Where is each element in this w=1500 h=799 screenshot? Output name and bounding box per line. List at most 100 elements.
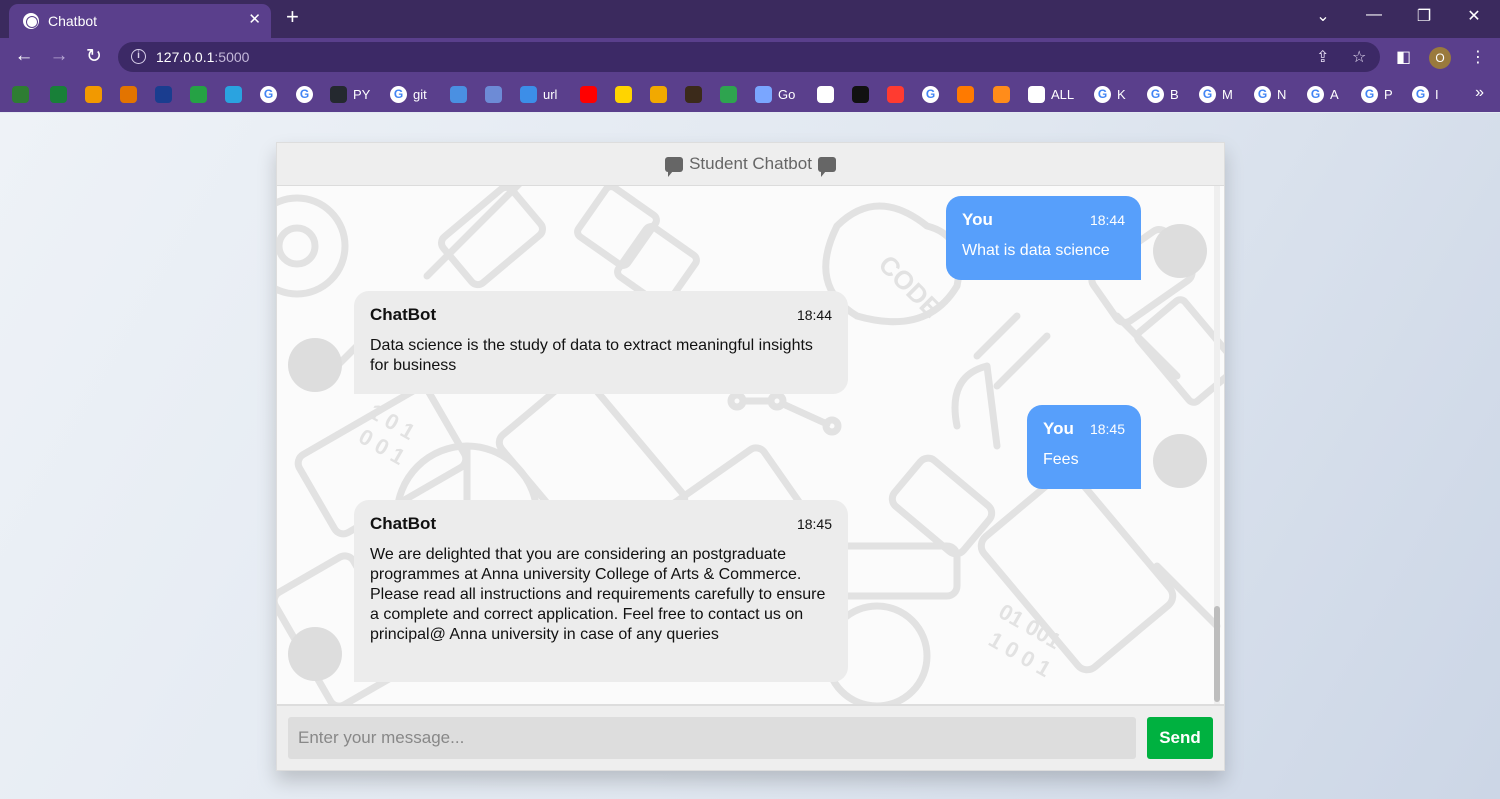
- google-icon: [1361, 85, 1378, 103]
- bookmark-item[interactable]: [12, 84, 29, 104]
- bookmark-item[interactable]: [580, 84, 597, 104]
- google-icon: [390, 85, 407, 103]
- sender-name: You: [962, 210, 993, 229]
- browser-toolbar: ← → ↻ i 127.0.0.1:5000 ⇪ ☆ ◧ O ⋮: [0, 38, 1500, 76]
- address-bar[interactable]: i 127.0.0.1:5000 ⇪ ☆: [118, 42, 1380, 72]
- bookmark-favicon-icon: [155, 85, 172, 103]
- scrollbar-thumb[interactable]: [1214, 606, 1220, 702]
- forward-arrow-icon[interactable]: →: [48, 45, 70, 67]
- bookmark-item[interactable]: [296, 84, 313, 104]
- bookmark-item[interactable]: [85, 84, 102, 104]
- bookmark-favicon-icon: [615, 85, 632, 103]
- message-text: What is data science: [962, 242, 1110, 259]
- bookmark-item[interactable]: M: [1199, 84, 1233, 104]
- message-text: We are delighted that you are considerin…: [370, 546, 826, 643]
- bookmark-item[interactable]: [120, 84, 137, 104]
- bookmark-item[interactable]: B: [1147, 84, 1179, 104]
- bookmark-item[interactable]: [190, 84, 207, 104]
- bookmark-item[interactable]: N: [1254, 84, 1286, 104]
- site-info-icon[interactable]: i: [131, 49, 146, 64]
- menu-kebab-icon[interactable]: ⋮: [1470, 47, 1486, 67]
- bookmark-item[interactable]: [993, 84, 1010, 104]
- bot-message-bubble: ChatBot 18:45 We are delighted that you …: [354, 500, 848, 682]
- bot-message-bubble: ChatBot 18:44 Data science is the study …: [354, 291, 848, 394]
- bookmark-item[interactable]: I: [1412, 84, 1439, 104]
- bookmark-item[interactable]: [225, 84, 242, 104]
- bookmark-item[interactable]: [817, 84, 834, 104]
- globe-icon: [23, 13, 39, 29]
- send-button[interactable]: Send: [1147, 717, 1213, 759]
- bookmark-item[interactable]: [650, 84, 667, 104]
- google-icon: [1094, 85, 1111, 103]
- bookmark-label: ALL: [1051, 86, 1075, 102]
- bookmark-item[interactable]: P: [1361, 84, 1393, 104]
- back-arrow-icon[interactable]: ←: [13, 45, 35, 67]
- message-time: 18:44: [796, 307, 832, 323]
- browser-tab-strip: Chatbot ✕ + ⌄ — ❐ ✕: [0, 0, 1500, 38]
- bookmark-item[interactable]: [450, 84, 467, 104]
- share-icon[interactable]: ⇪: [1316, 47, 1329, 67]
- user-avatar: [1153, 224, 1207, 278]
- bookmark-favicon-icon: [887, 85, 904, 103]
- bookmark-item[interactable]: url: [520, 84, 557, 104]
- new-tab-button[interactable]: +: [286, 6, 299, 28]
- restore-window-icon[interactable]: ❐: [1414, 6, 1434, 26]
- chat-title: Student Chatbot: [689, 154, 812, 173]
- bookmark-item[interactable]: [685, 84, 702, 104]
- message-text: Data science is the study of data to ext…: [370, 337, 813, 374]
- bookmark-item[interactable]: ALL: [1028, 84, 1074, 104]
- google-icon: [1412, 85, 1429, 103]
- bookmark-item[interactable]: K: [1094, 84, 1126, 104]
- bookmark-label: A: [1330, 86, 1339, 102]
- bookmark-item[interactable]: [720, 84, 737, 104]
- side-panel-icon[interactable]: ◧: [1396, 47, 1411, 67]
- bookmark-label: P: [1384, 86, 1393, 102]
- bookmark-item[interactable]: git: [390, 84, 427, 104]
- message-time: 18:45: [796, 516, 832, 532]
- bookmark-favicon-icon: [957, 85, 974, 103]
- bookmark-label: Go: [778, 86, 796, 102]
- bookmark-label: K: [1117, 86, 1126, 102]
- user-avatar: [1153, 434, 1207, 488]
- message-time: 18:45: [1089, 421, 1125, 437]
- bookmark-label: N: [1277, 86, 1287, 102]
- minimize-window-icon[interactable]: —: [1364, 6, 1384, 24]
- bookmark-favicon-icon: [1028, 85, 1045, 103]
- bookmark-label: M: [1222, 86, 1233, 102]
- bookmark-item[interactable]: [155, 84, 172, 104]
- google-icon: [922, 85, 939, 103]
- bookmark-item[interactable]: [260, 84, 277, 104]
- bookmark-favicon-icon: [685, 85, 702, 103]
- bookmark-item[interactable]: [50, 84, 67, 104]
- tab-search-chevron-icon[interactable]: ⌄: [1313, 6, 1333, 26]
- bookmark-item[interactable]: [852, 84, 869, 104]
- more-bookmarks-icon[interactable]: »: [1475, 84, 1484, 102]
- bookmark-favicon-icon: [50, 85, 67, 103]
- bookmarks-bar: » PY git url Go ALL K B M N A P I: [0, 76, 1500, 112]
- message-input[interactable]: [288, 717, 1136, 759]
- bookmark-label: git: [413, 86, 427, 102]
- bookmark-item[interactable]: PY: [330, 84, 370, 104]
- profile-avatar[interactable]: O: [1429, 47, 1451, 69]
- bookmark-item[interactable]: [922, 84, 939, 104]
- bookmark-star-icon[interactable]: ☆: [1352, 47, 1366, 67]
- message-input-bar: Send: [277, 704, 1224, 770]
- bookmark-item[interactable]: Go: [755, 84, 795, 104]
- chat-header: Student Chatbot: [277, 143, 1224, 186]
- reload-icon[interactable]: ↻: [83, 45, 105, 68]
- bookmark-item[interactable]: [615, 84, 632, 104]
- bookmark-item[interactable]: [485, 84, 502, 104]
- bookmark-item[interactable]: A: [1307, 84, 1339, 104]
- bookmark-label: PY: [353, 86, 371, 102]
- bookmark-favicon-icon: [190, 85, 207, 103]
- browser-tab-chatbot[interactable]: Chatbot ✕: [9, 4, 271, 38]
- google-icon: [1254, 85, 1271, 103]
- close-window-icon[interactable]: ✕: [1464, 6, 1484, 26]
- sender-name: ChatBot: [370, 514, 437, 533]
- bookmark-favicon-icon: [450, 85, 467, 103]
- bookmark-item[interactable]: [887, 84, 904, 104]
- message-list[interactable]: CODE 1 0 1 0 0 1 01 001 1 0 0 1 You 18:4…: [277, 186, 1224, 704]
- bookmark-favicon-icon: [120, 85, 137, 103]
- bookmark-item[interactable]: [957, 84, 974, 104]
- close-tab-icon[interactable]: ✕: [248, 10, 261, 28]
